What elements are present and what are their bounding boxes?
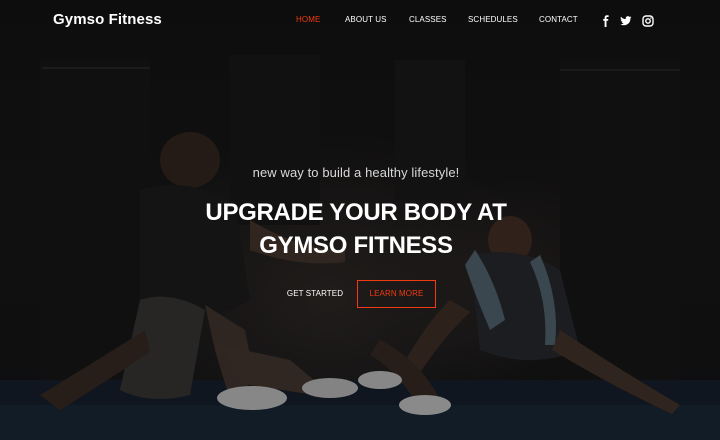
hero-title-line-1: UPGRADE YOUR BODY AT <box>205 199 507 226</box>
learn-more-button[interactable]: LEARN MORE <box>357 280 436 308</box>
social-links <box>0 14 720 28</box>
get-started-button[interactable]: GET STARTED <box>275 282 355 306</box>
facebook-icon[interactable] <box>600 14 612 27</box>
hero-title: UPGRADE YOUR BODY AT GYMSO FITNESS <box>0 196 712 262</box>
hero-title-line-2: GYMSO FITNESS <box>259 232 453 259</box>
hero-subtitle: new way to build a healthy lifestyle! <box>252 165 460 180</box>
twitter-icon[interactable] <box>620 14 632 26</box>
site-header: Gymso Fitness HOME ABOUT US CLASSES SCHE… <box>0 0 720 42</box>
instagram-icon[interactable] <box>642 14 654 27</box>
